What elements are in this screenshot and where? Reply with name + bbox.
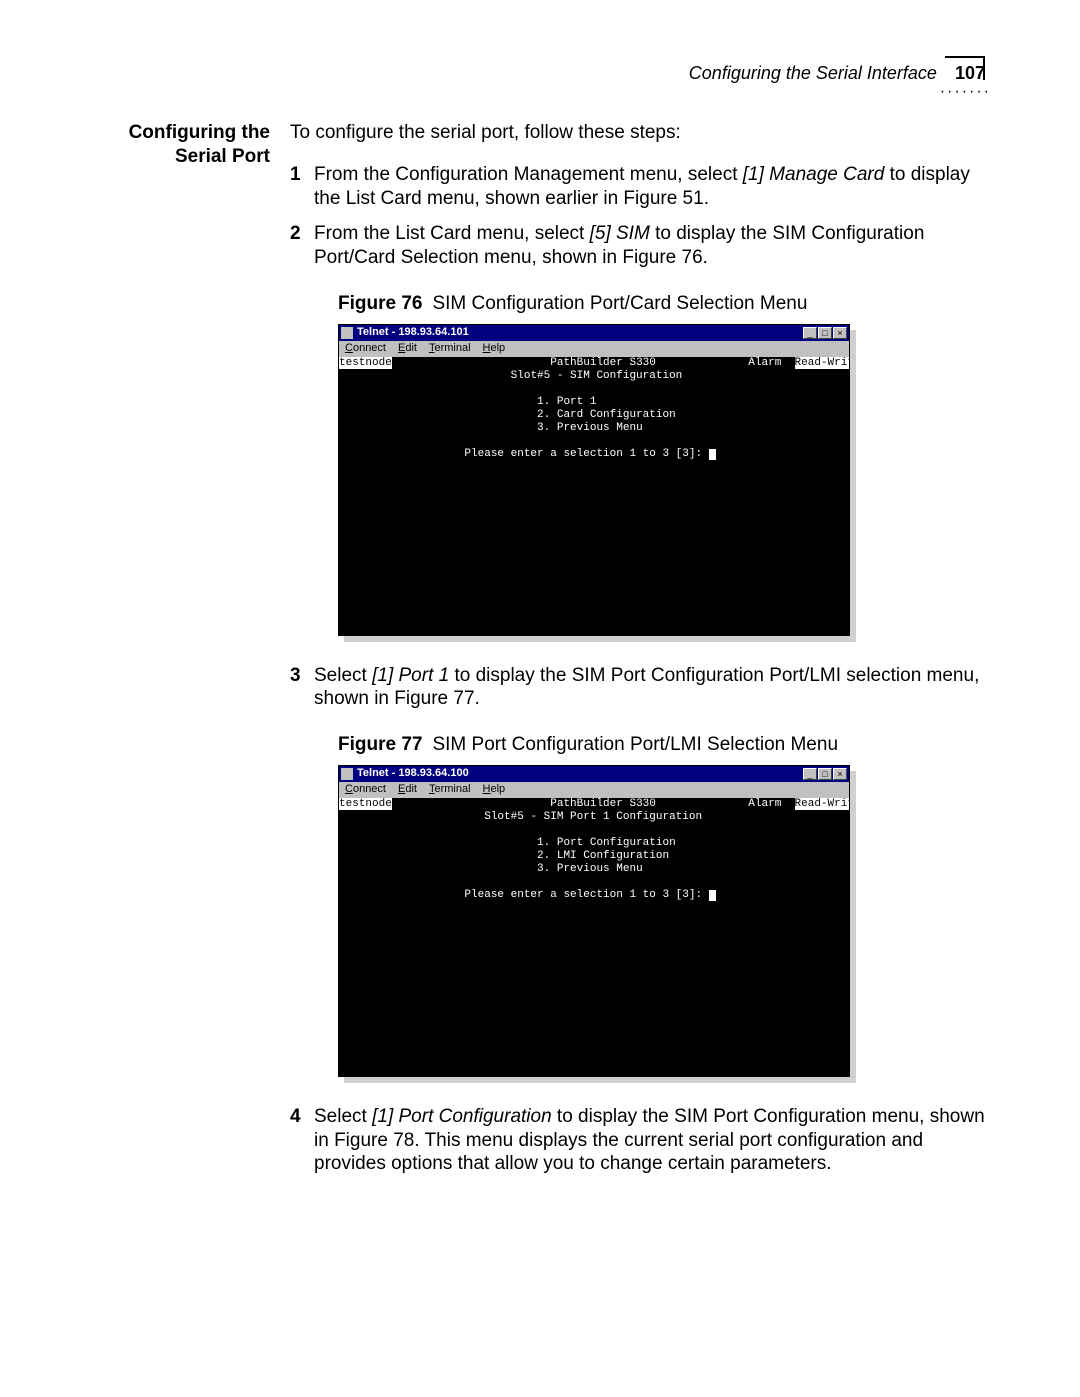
step-3: Select [1] Port 1 to display the SIM Por…	[290, 664, 985, 1077]
step-1: From the Configuration Management menu, …	[290, 163, 985, 211]
telnet1-prompt: Please enter a selection 1 to 3 [3]:	[464, 448, 708, 460]
minimize-button[interactable]: _	[803, 327, 817, 339]
telnet2-hostname: testnode	[339, 798, 392, 810]
telnet2-subtitle: Slot#5 - SIM Port 1 Configuration	[484, 811, 702, 823]
section-title: Configuring the Serial Interface	[689, 62, 937, 85]
telnet-app-icon	[341, 768, 353, 780]
menu-help[interactable]: Help	[483, 783, 506, 797]
telnet1-title-text: Telnet - 198.93.64.101	[357, 326, 469, 340]
step3-pre: Select	[314, 665, 372, 686]
menu-edit[interactable]: Edit	[398, 783, 417, 797]
menu-connect[interactable]: Connect	[345, 783, 386, 797]
menu-terminal[interactable]: TTerminalerminal	[429, 342, 471, 356]
telnet1-menubar: CConnectonnect EEditdit TTerminalerminal…	[339, 341, 849, 357]
maximize-button[interactable]: □	[818, 768, 832, 780]
telnet1-subtitle: Slot#5 - SIM Configuration	[511, 370, 683, 382]
telnet1-device: PathBuilder S330	[550, 357, 656, 369]
telnet1-mode: Read-Write	[795, 357, 849, 369]
header-rule-h	[945, 56, 985, 58]
close-button[interactable]: ×	[833, 768, 847, 780]
telnet-window-1: Telnet - 198.93.64.101 _ □ × CConnectonn…	[338, 324, 850, 636]
fig76-title: SIM Configuration Port/Card Selection Me…	[432, 293, 807, 314]
telnet1-hostname: testnode	[339, 357, 392, 369]
telnet1-opt2: 2. Card Configuration	[537, 409, 676, 421]
telnet2-menubar: Connect Edit Terminal Help	[339, 782, 849, 798]
menu-connect[interactable]: CConnectonnect	[345, 342, 386, 356]
telnet2-device: PathBuilder S330	[550, 798, 656, 810]
telnet2-prompt: Please enter a selection 1 to 3 [3]:	[464, 889, 708, 901]
telnet2-titlebar: Telnet - 198.93.64.100 _ □ ×	[339, 766, 849, 782]
telnet2-alarm: Alarm	[748, 798, 781, 810]
cursor-icon	[709, 890, 716, 901]
telnet1-terminal[interactable]: testnode PathBuilder S330 Alarm Read-Wri…	[339, 357, 849, 635]
minimize-button[interactable]: _	[803, 768, 817, 780]
step-2: From the List Card menu, select [5] SIM …	[290, 222, 985, 635]
menu-edit[interactable]: EEditdit	[398, 342, 417, 356]
telnet2-opt3: 3. Previous Menu	[537, 863, 643, 875]
telnet1-opt3: 3. Previous Menu	[537, 422, 643, 434]
telnet-app-icon	[341, 327, 353, 339]
telnet1-titlebar: Telnet - 198.93.64.101 _ □ ×	[339, 325, 849, 341]
step2-pre: From the List Card menu, select	[314, 223, 590, 244]
step1-pre: From the Configuration Management menu, …	[314, 164, 743, 185]
fig77-num: Figure 77	[338, 734, 422, 755]
maximize-button[interactable]: □	[818, 327, 832, 339]
fig77-title: SIM Port Configuration Port/LMI Selectio…	[432, 734, 838, 755]
step4-em: [1] Port Configuration	[372, 1106, 552, 1127]
close-button[interactable]: ×	[833, 327, 847, 339]
menu-terminal[interactable]: Terminal	[429, 783, 471, 797]
telnet1-alarm: Alarm	[748, 357, 781, 369]
telnet2-opt2: 2. LMI Configuration	[537, 850, 669, 862]
menu-help[interactable]: HHelpelp	[483, 342, 506, 356]
fig76-num: Figure 76	[338, 293, 422, 314]
step2-em: [5] SIM	[590, 223, 650, 244]
telnet2-title-text: Telnet - 198.93.64.100	[357, 767, 469, 781]
cursor-icon	[709, 449, 716, 460]
telnet2-mode: Read-Write	[795, 798, 849, 810]
header-dots-icon	[931, 84, 991, 96]
telnet-window-2: Telnet - 198.93.64.100 _ □ × Connect Edi…	[338, 765, 850, 1077]
telnet2-terminal[interactable]: testnode PathBuilder S330 Alarm Read-Wri…	[339, 798, 849, 1076]
telnet2-opt1: 1. Port Configuration	[537, 837, 676, 849]
running-header: Configuring the Serial Interface 107	[689, 62, 985, 97]
step-4: Select [1] Port Configuration to display…	[290, 1105, 985, 1176]
figure-77-caption: Figure 77 SIM Port Configuration Port/LMI…	[338, 733, 985, 757]
telnet1-opt1: 1. Port 1	[537, 396, 596, 408]
step4-pre: Select	[314, 1106, 372, 1127]
side-heading: Configuring the Serial Port	[95, 121, 270, 1188]
intro-text: To configure the serial port, follow the…	[290, 121, 985, 145]
step1-em: [1] Manage Card	[743, 164, 885, 185]
step3-em: [1] Port 1	[372, 665, 449, 686]
figure-76-caption: Figure 76 SIM Configuration Port/Card Sel…	[338, 292, 985, 316]
